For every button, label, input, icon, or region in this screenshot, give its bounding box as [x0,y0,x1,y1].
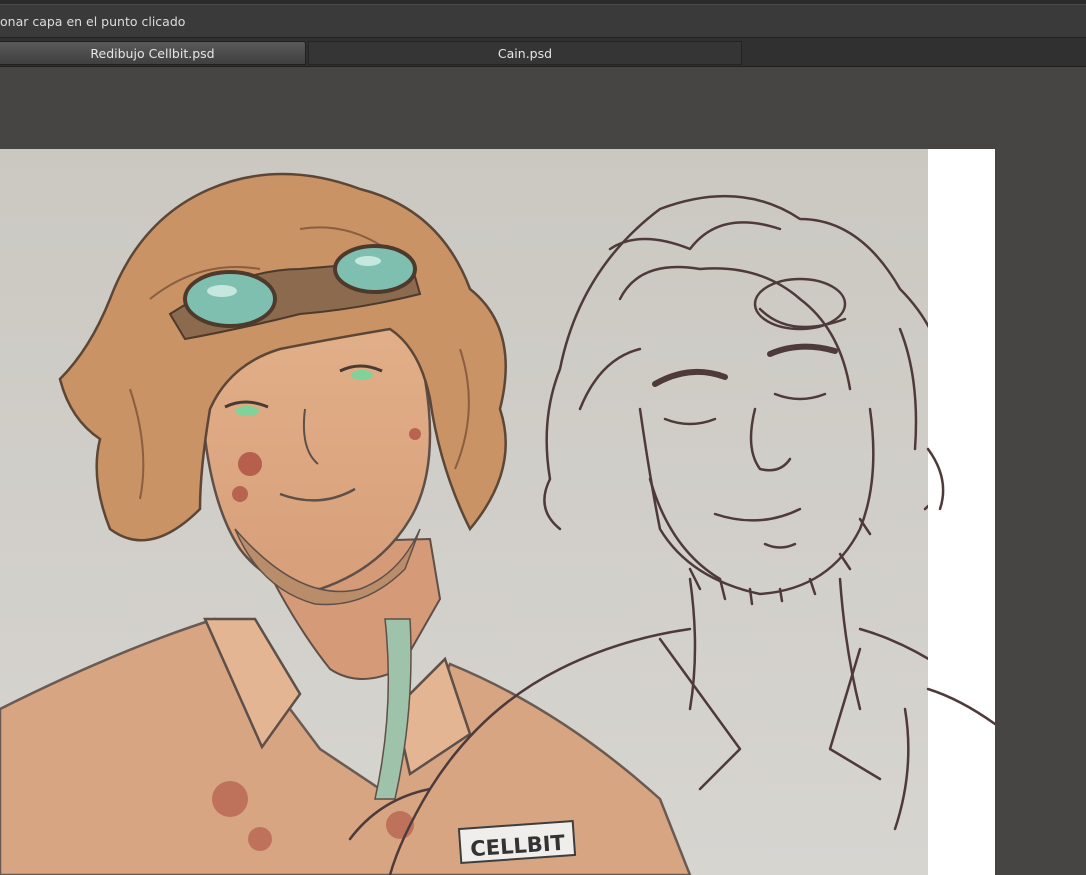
artwork-illustration: CELLBIT [0,149,995,875]
canvas-margin [928,149,995,875]
tool-options-bar: onar capa en el punto clicado [0,4,1086,38]
document-tab-bar: Redibujo Cellbit.psd Cain.psd [0,38,1086,67]
tool-hint-text: onar capa en el punto clicado [0,14,186,29]
name-badge: CELLBIT [457,819,577,865]
tab-redibujo-cellbit[interactable]: Redibujo Cellbit.psd [0,41,306,65]
tab-cain[interactable]: Cain.psd [308,41,742,65]
document-canvas[interactable]: CELLBIT [0,149,995,875]
